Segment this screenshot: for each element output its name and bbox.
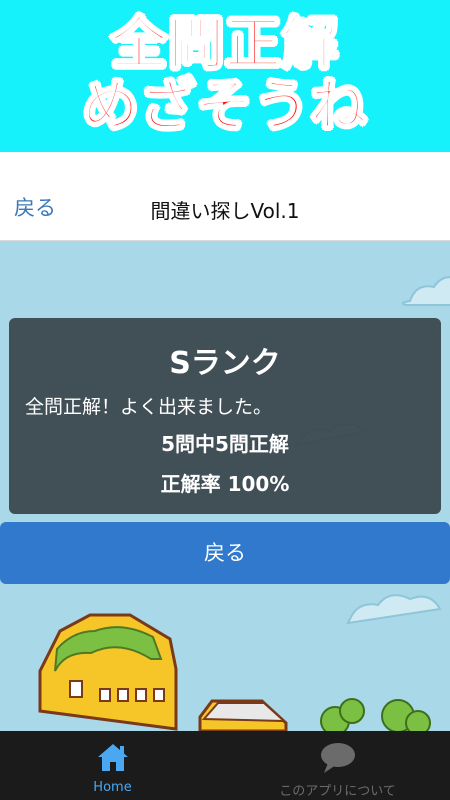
back-button[interactable]: 戻る bbox=[0, 522, 450, 584]
tab-about-app[interactable]: このアプリについて bbox=[225, 731, 450, 800]
result-message: 全問正解！よく出来ました。 bbox=[25, 396, 273, 418]
speech-bubble-icon bbox=[318, 741, 358, 779]
tab-bar: Home このアプリについて bbox=[0, 731, 450, 800]
tab-about-label: このアプリについて bbox=[279, 784, 396, 799]
banner-line-2: めざそうね bbox=[82, 74, 368, 139]
house-illustration bbox=[38, 613, 431, 731]
accuracy-rate: 正解率 100% bbox=[160, 472, 290, 496]
nav-bar: 戻る 間違い探しVol.1 bbox=[0, 152, 450, 241]
page-title: 間違い探しVol.1 bbox=[150, 199, 300, 223]
tab-home-label: Home bbox=[93, 780, 132, 795]
banner-line-1: 全問正解 bbox=[110, 12, 339, 77]
rank-title: Sランク bbox=[169, 346, 281, 381]
home-icon bbox=[95, 741, 131, 777]
result-panel: Sランク 全問正解！よく出来ました。 5問中5問正解 正解率 100% bbox=[9, 318, 441, 514]
promo-banner: 全問正解 めざそうね bbox=[0, 0, 450, 152]
score-text: 5問中5問正解 bbox=[161, 432, 289, 456]
tab-home[interactable]: Home bbox=[0, 731, 225, 800]
